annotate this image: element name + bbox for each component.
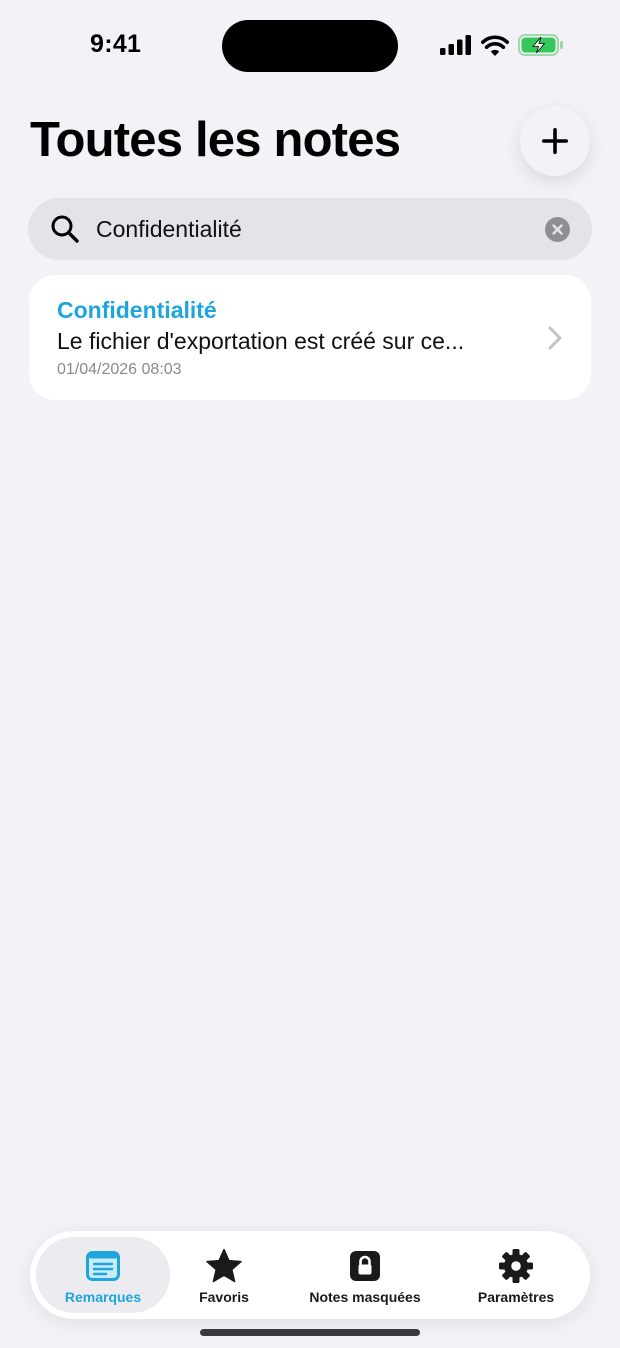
- note-list-item[interactable]: Confidentialité Le fichier d'exportation…: [29, 275, 591, 400]
- status-icons: [440, 30, 564, 60]
- tab-label: Notes masquées: [309, 1289, 421, 1305]
- gear-icon: [499, 1249, 533, 1283]
- tab-remarques[interactable]: Remarques: [36, 1237, 170, 1313]
- note-date: 01/04/2026 08:03: [57, 361, 182, 378]
- tab-parametres[interactable]: Paramètres: [460, 1237, 572, 1313]
- search-input[interactable]: [96, 198, 536, 260]
- plus-icon: [542, 128, 568, 154]
- tab-label: Paramètres: [477, 1289, 555, 1305]
- signal-icon: [440, 35, 471, 55]
- add-note-button[interactable]: [520, 106, 590, 176]
- wifi-icon: [481, 34, 509, 56]
- notes-screen: 9:41 Toutes les notes Confidentialité Co…: [0, 0, 620, 1348]
- note-preview: Le fichier d'exportation est créé sur ce…: [57, 328, 465, 354]
- star-icon: [206, 1248, 242, 1283]
- tab-favoris[interactable]: Favoris: [180, 1237, 268, 1313]
- note-title: Confidentialité: [57, 297, 217, 323]
- status-time: 9:41: [90, 30, 142, 58]
- tab-label: Remarques: [64, 1289, 142, 1305]
- chevron-right-icon: [548, 326, 562, 350]
- search-bar: [28, 198, 592, 260]
- tab-notes-masquees[interactable]: Notes masquées: [298, 1237, 432, 1313]
- tab-bar: Remarques Favoris Notes masquées Paramèt…: [30, 1231, 590, 1319]
- status-bar: 9:41: [0, 0, 620, 92]
- clear-search-button[interactable]: [545, 217, 570, 242]
- tab-label: Favoris: [199, 1289, 249, 1305]
- search-icon: [51, 215, 79, 243]
- dynamic-island: [222, 20, 398, 72]
- note-icon: [86, 1251, 120, 1281]
- page-title: Toutes les notes: [30, 113, 401, 167]
- lock-icon: [350, 1251, 380, 1281]
- battery-charging-icon: [518, 34, 563, 56]
- home-indicator: [200, 1329, 420, 1336]
- close-icon: [552, 224, 563, 235]
